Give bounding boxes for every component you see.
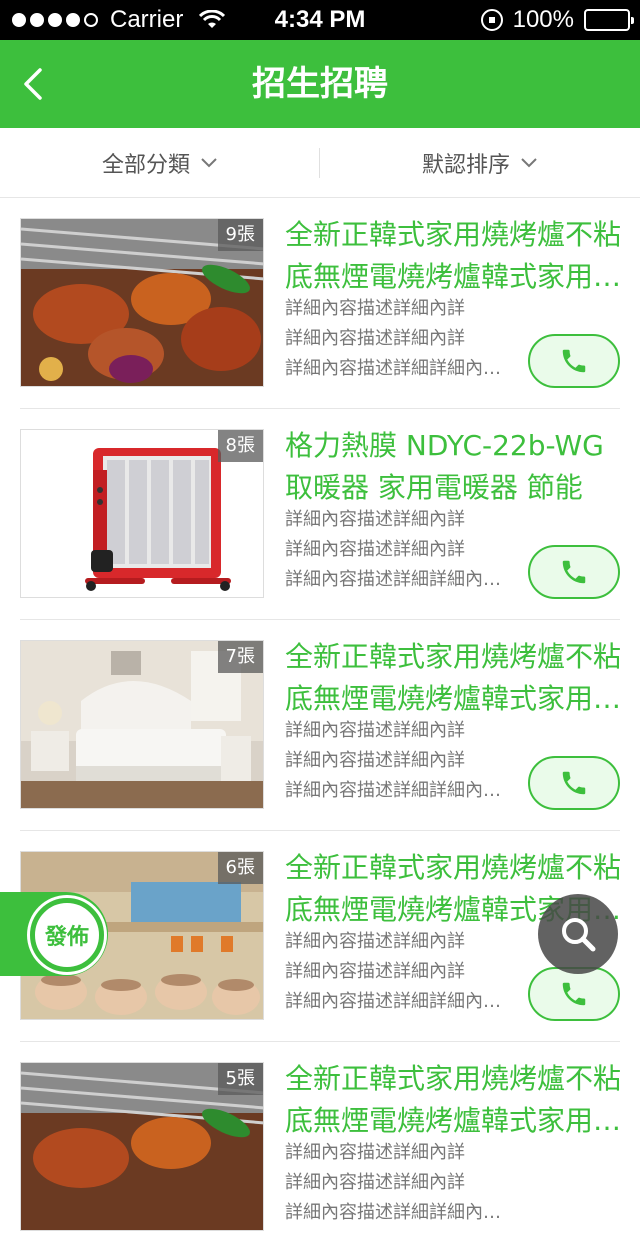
description-line: 詳細內容描述詳細內詳 (285, 750, 465, 771)
description-line: 詳細內容描述詳細詳細內容描述 (285, 991, 505, 1012)
description-line: 詳細內容描述詳細內詳 (285, 961, 465, 982)
description-line: 詳細內容描述詳細內詳 (285, 509, 465, 530)
item-thumbnail[interactable]: 8張 (20, 429, 264, 598)
item-description: 詳細內容描述詳細內詳 詳細內容描述詳細內詳 詳細內容描述詳細詳細內容描述 (285, 505, 505, 595)
list-item[interactable]: 5張 全新正韓式家用燒烤爐不粘底無煙電燒烤爐韓式家用燒烤爐 詳細內容描述詳細內詳… (0, 1042, 640, 1253)
sort-filter-label: 默認排序 (421, 153, 510, 178)
chevron-down-icon (201, 158, 217, 168)
description-line: 詳細內容描述詳細內詳 (285, 328, 465, 349)
item-thumbnail[interactable]: 9張 (20, 218, 264, 387)
publish-button[interactable]: 發佈 (30, 898, 104, 972)
phone-icon (562, 349, 586, 373)
photo-count-badge: 9張 (217, 219, 263, 251)
category-filter[interactable]: 全部分類 (0, 128, 320, 198)
description-line: 詳細內容描述詳細詳細內容描述 (285, 780, 505, 801)
list-item[interactable]: 8張 格力熱膜 NDYC-22b-WG 取暖器 家用電暖器 節能 詳細內容描述詳… (0, 409, 640, 620)
item-description: 詳細內容描述詳細內詳 詳細內容描述詳細內詳 詳細內容描述詳細詳細內容描述 (285, 716, 505, 806)
description-line: 詳細內容描述詳細內詳 (285, 298, 465, 319)
description-line: 詳細內容描述詳細內詳 (285, 720, 465, 741)
item-thumbnail[interactable]: 5張 (20, 1062, 264, 1231)
nav-bar: 招生招聘 (0, 40, 640, 128)
search-icon (562, 918, 596, 952)
filter-bar: 全部分類 默認排序 (0, 128, 640, 198)
call-button[interactable] (528, 756, 620, 810)
photo-count-badge: 8張 (217, 430, 263, 462)
description-line: 詳細內容描述詳細內詳 (285, 539, 465, 560)
chevron-down-icon (521, 158, 537, 168)
phone-icon (562, 982, 586, 1006)
item-title[interactable]: 全新正韓式家用燒烤爐不粘底無煙電燒烤爐韓式家用燒烤爐 (285, 214, 625, 298)
item-description: 詳細內容描述詳細內詳 詳細內容描述詳細內詳 詳細內容描述詳細詳細內容描述 (285, 1138, 505, 1228)
description-line: 詳細內容描述詳細詳細內容描述 (285, 569, 505, 590)
description-line: 詳細內容描述詳細內詳 (285, 931, 465, 952)
item-title[interactable]: 全新正韓式家用燒烤爐不粘底無煙電燒烤爐韓式家用燒烤爐 (285, 1058, 625, 1142)
phone-icon (562, 560, 586, 584)
description-line: 詳細內容描述詳細詳細內容描述 (285, 358, 505, 379)
battery-percent: 100% (512, 6, 574, 33)
battery-icon (584, 9, 634, 31)
sort-filter[interactable]: 默認排序 (320, 128, 640, 198)
photo-count-badge: 6張 (217, 852, 263, 884)
status-bar: Carrier 4:34 PM 100% (0, 0, 640, 40)
description-line: 詳細內容描述詳細詳細內容描述 (285, 1202, 505, 1223)
item-description: 詳細內容描述詳細內詳 詳細內容描述詳細內詳 詳細內容描述詳細詳細內容描述 (285, 294, 505, 384)
description-line: 詳細內容描述詳細內詳 (285, 1142, 465, 1163)
status-right: 100% (480, 0, 634, 40)
call-button[interactable] (528, 967, 620, 1021)
call-button[interactable] (528, 334, 620, 388)
photo-count-badge: 5張 (217, 1063, 263, 1095)
rotation-lock-icon (480, 9, 503, 31)
list-item[interactable]: 9張 全新正韓式家用燒烤爐不粘底無煙電燒烤爐韓式家用燒烤爐 詳細內容描述詳細內詳… (0, 198, 640, 409)
item-title[interactable]: 全新正韓式家用燒烤爐不粘底無煙電燒烤爐韓式家用燒烤爐 (285, 636, 625, 720)
item-description: 詳細內容描述詳細內詳 詳細內容描述詳細內詳 詳細內容描述詳細詳細內容描述 (285, 927, 505, 1017)
photo-count-badge: 7張 (217, 641, 263, 673)
description-line: 詳細內容描述詳細內詳 (285, 1172, 465, 1193)
item-thumbnail[interactable]: 7張 (20, 640, 264, 809)
page-title: 招生招聘 (252, 64, 388, 104)
call-button[interactable] (528, 545, 620, 599)
item-title[interactable]: 格力熱膜 NDYC-22b-WG 取暖器 家用電暖器 節能 (285, 425, 625, 509)
phone-icon (562, 771, 586, 795)
search-button[interactable] (538, 894, 618, 974)
category-filter-label: 全部分類 (101, 153, 190, 178)
list-item[interactable]: 7張 全新正韓式家用燒烤爐不粘底無煙電燒烤爐韓式家用燒烤爐 詳細內容描述詳細內詳… (0, 620, 640, 831)
